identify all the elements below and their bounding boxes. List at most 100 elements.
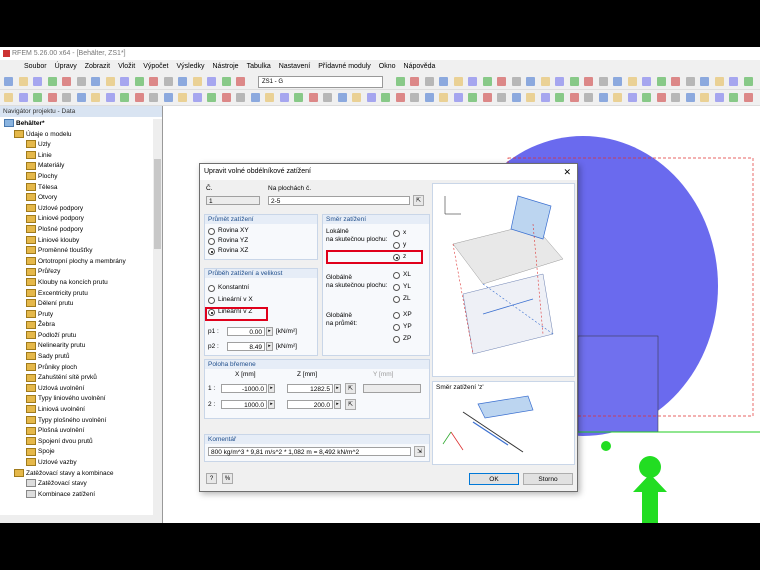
toolbar-button-icon[interactable] <box>134 77 144 86</box>
toolbar-button-icon[interactable] <box>47 93 57 102</box>
toolbar-button-icon[interactable] <box>33 93 42 102</box>
toolbar-button-icon[interactable] <box>294 93 303 102</box>
toolbar-button-icon[interactable] <box>279 93 289 102</box>
toolbar-button-icon[interactable] <box>511 93 521 102</box>
dist-radio-1[interactable] <box>208 297 215 304</box>
local-radio-1[interactable] <box>393 242 400 249</box>
local-radio-0[interactable] <box>393 230 400 237</box>
toolbar-button-icon[interactable] <box>366 93 376 102</box>
tree-item[interactable]: Podloží prutu <box>0 331 150 342</box>
cancel-button[interactable]: Storno <box>523 473 573 485</box>
x2-input[interactable]: 1000.0 <box>221 400 267 409</box>
toolbar-button-icon[interactable] <box>105 93 115 102</box>
pick-point1-icon[interactable]: ⇱ <box>345 383 356 394</box>
surfaces-input[interactable]: 2-5 <box>268 196 410 205</box>
toolbar-button-icon[interactable] <box>685 93 695 102</box>
tree-item[interactable]: Pruty <box>0 309 150 321</box>
z1-spinner[interactable]: ▸ <box>334 384 341 393</box>
toolbar-button-icon[interactable] <box>18 77 28 86</box>
tree-item[interactable]: Uzly <box>0 140 150 151</box>
units-icon[interactable]: % <box>222 473 233 484</box>
menu-item-8[interactable]: Nastavení <box>275 60 315 70</box>
toolbar-button-icon[interactable] <box>149 77 158 86</box>
toolbar-button-icon[interactable] <box>381 93 390 102</box>
toolbar-button-icon[interactable] <box>439 77 448 86</box>
tree-item[interactable]: Sady prutů <box>0 352 150 363</box>
menu-item-4[interactable]: Výpočet <box>139 60 172 70</box>
toolbar-button-icon[interactable] <box>714 93 724 102</box>
toolbar-button-icon[interactable] <box>221 77 231 86</box>
toolbar-button-icon[interactable] <box>439 93 448 102</box>
tree-item[interactable]: Uzlová uvolnění <box>0 384 150 395</box>
toolbar-button-icon[interactable] <box>729 77 738 86</box>
tree-model-data[interactable]: Údaje o modelu <box>0 129 150 141</box>
menu-item-10[interactable]: Okno <box>375 60 400 70</box>
tree-item[interactable]: Uzlové podpory <box>0 204 150 215</box>
toolbar-button-icon[interactable] <box>395 93 405 102</box>
toolbar-button-icon[interactable] <box>685 77 695 86</box>
tree-item[interactable]: Nelinearity prutu <box>0 341 150 352</box>
toolbar-button-icon[interactable] <box>18 93 28 102</box>
toolbar-button-icon[interactable] <box>424 77 434 86</box>
toolbar-button-icon[interactable] <box>671 93 680 102</box>
tree-item[interactable]: Plošná uvolnění <box>0 426 150 437</box>
toolbar-button-icon[interactable] <box>265 93 274 102</box>
toolbar-button-icon[interactable] <box>540 93 550 102</box>
toolbar-button-icon[interactable] <box>192 93 202 102</box>
x1-input[interactable]: -1000.0 <box>221 384 267 393</box>
toolbar-button-icon[interactable] <box>4 93 13 102</box>
toolbar-button-icon[interactable] <box>497 93 506 102</box>
toolbar-button-icon[interactable] <box>33 77 42 86</box>
toolbar-button-icon[interactable] <box>308 93 318 102</box>
toolbar-button-icon[interactable] <box>221 93 231 102</box>
toolbar-button-icon[interactable] <box>468 93 477 102</box>
global-radio-1[interactable] <box>393 284 400 291</box>
tree-item[interactable]: Tělesa <box>0 182 150 194</box>
p1-spinner[interactable]: ▸ <box>266 327 273 336</box>
toolbar-button-icon[interactable] <box>642 77 651 86</box>
toolbar-button-icon[interactable] <box>250 93 260 102</box>
toolbar-button-icon[interactable] <box>613 77 622 86</box>
toolbar-button-icon[interactable] <box>192 77 202 86</box>
toolbar-button-icon[interactable] <box>178 77 187 86</box>
pick-surfaces-icon[interactable]: ⇱ <box>413 195 424 206</box>
tree-load-cases[interactable]: Zatěžovací stavy a kombinace <box>0 468 150 480</box>
comment-input[interactable]: 800 kg/m^3 * 9,81 m/s^2 * 1,082 m = 8,49… <box>208 447 411 456</box>
toolbar-button-icon[interactable] <box>598 93 608 102</box>
toolbar-button-icon[interactable] <box>120 77 129 86</box>
toolbar-button-icon[interactable] <box>410 77 419 86</box>
toolbar-button-icon[interactable] <box>613 93 622 102</box>
toolbar-button-icon[interactable] <box>62 77 71 86</box>
p2-input[interactable]: 8.49 <box>227 342 265 351</box>
tree-item-load-combinations[interactable]: Kombinace zatížení <box>0 490 150 501</box>
projected-radio-2[interactable] <box>393 336 400 343</box>
toolbar-button-icon[interactable] <box>497 77 506 86</box>
tree-item[interactable]: Plošné podpory <box>0 225 150 236</box>
tree-item[interactable]: Zahuštění sítě prvků <box>0 373 150 384</box>
tree-item[interactable]: Klouby na koncích prutu <box>0 278 150 289</box>
menu-item-1[interactable]: Úpravy <box>51 60 81 70</box>
toolbar-button-icon[interactable] <box>482 93 492 102</box>
p2-spinner[interactable]: ▸ <box>266 342 273 351</box>
help-icon[interactable]: ? <box>206 473 217 484</box>
toolbar-button-icon[interactable] <box>453 77 463 86</box>
dist-radio-0[interactable] <box>208 285 215 292</box>
close-icon[interactable]: ✕ <box>563 164 571 180</box>
toolbar-button-icon[interactable] <box>337 93 347 102</box>
toolbar-button-icon[interactable] <box>424 93 434 102</box>
toolbar-button-icon[interactable] <box>163 93 173 102</box>
toolbar-button-icon[interactable] <box>627 93 637 102</box>
toolbar-button-icon[interactable] <box>526 93 535 102</box>
projected-radio-0[interactable] <box>393 312 400 319</box>
toolbar-button-icon[interactable] <box>540 77 550 86</box>
menu-item-2[interactable]: Zobrazit <box>81 60 114 70</box>
tree-item[interactable]: Průniky ploch <box>0 362 150 374</box>
toolbar-button-icon[interactable] <box>526 77 535 86</box>
toolbar-button-icon[interactable] <box>76 93 86 102</box>
toolbar-button-icon[interactable] <box>584 77 593 86</box>
toolbar-button-icon[interactable] <box>642 93 651 102</box>
tree-item[interactable]: Excentricity prutu <box>0 288 150 300</box>
tree-item[interactable]: Liniové podpory <box>0 214 150 225</box>
p1-input[interactable]: 0.00 <box>227 327 265 336</box>
toolbar-button-icon[interactable] <box>62 93 71 102</box>
